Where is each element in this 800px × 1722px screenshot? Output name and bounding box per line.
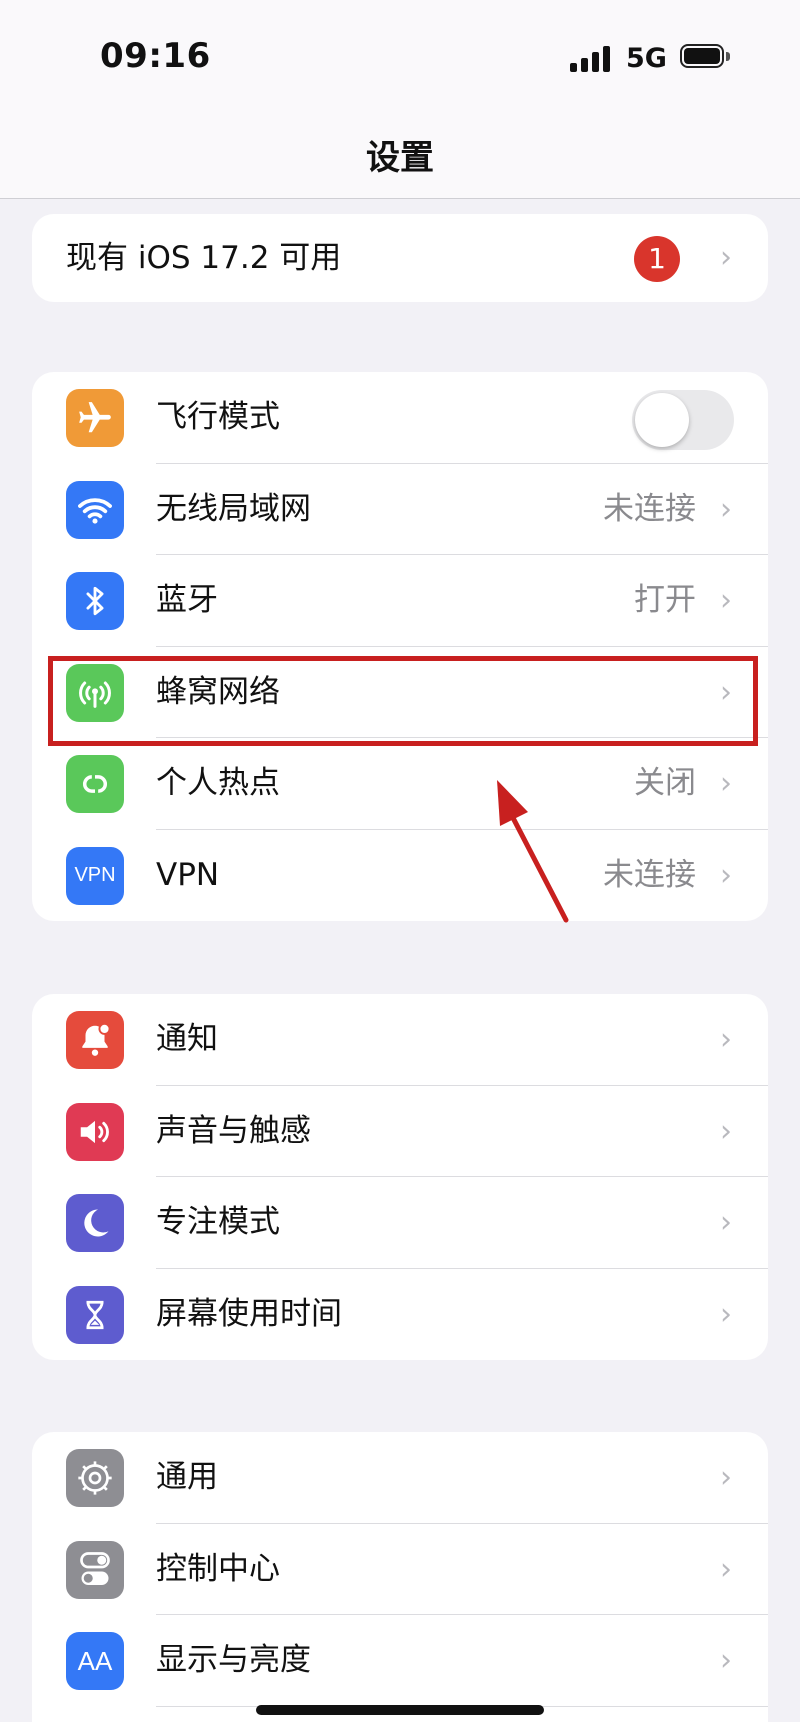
focus-label: 专注模式: [156, 1204, 280, 1240]
chevron-right-icon: ›: [720, 766, 732, 801]
hotspot-label: 个人热点: [156, 765, 280, 801]
vpn-status: 未连接: [603, 856, 696, 893]
status-time: 09:16: [100, 36, 211, 76]
network-type: 5G: [626, 43, 667, 74]
alerts-group: 通知 › 声音与触感 › 专注模式 › 屏幕使用时间 ›: [32, 994, 768, 1360]
status-bar: 09:16 5G: [0, 0, 800, 110]
notifications-label: 通知: [156, 1021, 218, 1057]
toggle-knob: [635, 393, 689, 447]
cellular-signal-icon: [570, 46, 614, 72]
bluetooth-status: 打开: [634, 582, 696, 618]
gear-icon: [66, 1449, 124, 1507]
notification-bell-icon: [66, 1011, 124, 1069]
settings-row-notifications[interactable]: 通知 ›: [32, 994, 768, 1086]
bluetooth-icon: [66, 572, 124, 630]
chevron-right-icon: ›: [720, 1460, 732, 1495]
settings-row-vpn[interactable]: VPN VPN 未连接 ›: [32, 830, 768, 922]
wifi-status: 未连接: [603, 490, 696, 527]
text-size-icon: AA: [66, 1632, 124, 1690]
screentime-label: 屏幕使用时间: [156, 1295, 342, 1332]
settings-row-hotspot[interactable]: 个人热点 关闭 ›: [32, 738, 768, 830]
settings-row-airplane[interactable]: 飞行模式: [32, 372, 768, 464]
wifi-icon: [66, 480, 124, 539]
chevron-right-icon: ›: [720, 1551, 732, 1587]
bluetooth-label: 蓝牙: [156, 582, 218, 618]
speaker-icon: [66, 1102, 124, 1161]
chevron-right-icon: ›: [720, 240, 732, 275]
system-group: 通用 › 控制中心 › AA 显示与亮度 ›: [32, 1432, 768, 1722]
settings-row-focus[interactable]: 专注模式 ›: [32, 1177, 768, 1269]
control-center-label: 控制中心: [156, 1550, 280, 1587]
hotspot-status: 关闭: [634, 765, 696, 801]
chevron-right-icon: ›: [720, 491, 732, 527]
highlight-box: [48, 656, 758, 746]
wifi-label: 无线局域网: [156, 490, 311, 527]
settings-row-sounds[interactable]: 声音与触感 ›: [32, 1086, 768, 1177]
hourglass-icon: [66, 1285, 124, 1344]
hotspot-icon: [66, 755, 124, 813]
display-label: 显示与亮度: [156, 1642, 311, 1678]
vpn-label: VPN: [156, 856, 220, 893]
chevron-right-icon: ›: [720, 1205, 732, 1240]
connectivity-group: 飞行模式 无线局域网 未连接 › 蓝牙 打开 › 蜂窝网络 › 个人热点 关闭: [32, 372, 768, 921]
settings-row-control-center[interactable]: 控制中心 ›: [32, 1524, 768, 1615]
settings-row-wifi[interactable]: 无线局域网 未连接 ›: [32, 464, 768, 555]
settings-row-screentime[interactable]: 屏幕使用时间 ›: [32, 1269, 768, 1361]
chevron-right-icon: ›: [720, 1113, 732, 1149]
battery-icon: [680, 44, 732, 72]
moon-icon: [66, 1194, 124, 1252]
general-label: 通用: [156, 1459, 218, 1495]
ios-update-row[interactable]: 现有 iOS 17.2 可用 1 ›: [32, 214, 768, 302]
chevron-right-icon: ›: [720, 1296, 732, 1332]
switches-icon: [66, 1540, 124, 1599]
update-badge: 1: [634, 236, 680, 282]
update-group: 现有 iOS 17.2 可用 1 ›: [32, 214, 768, 302]
settings-row-display[interactable]: AA 显示与亮度 ›: [32, 1615, 768, 1707]
airplane-icon: [66, 389, 124, 447]
airplane-label: 飞行模式: [156, 399, 280, 435]
chevron-right-icon: ›: [720, 1643, 732, 1678]
home-indicator: [256, 1705, 544, 1715]
ios-update-label: 现有 iOS 17.2 可用: [66, 240, 342, 276]
airplane-mode-toggle[interactable]: [632, 390, 734, 450]
settings-row-bluetooth[interactable]: 蓝牙 打开 ›: [32, 555, 768, 647]
settings-row-general[interactable]: 通用 ›: [32, 1432, 768, 1524]
navigation-bar: 设置: [0, 110, 800, 199]
chevron-right-icon: ›: [720, 857, 732, 893]
page-title: 设置: [366, 138, 434, 178]
chevron-right-icon: ›: [720, 1022, 732, 1057]
vpn-icon: VPN: [66, 846, 124, 905]
chevron-right-icon: ›: [720, 583, 732, 618]
sounds-label: 声音与触感: [156, 1112, 311, 1149]
